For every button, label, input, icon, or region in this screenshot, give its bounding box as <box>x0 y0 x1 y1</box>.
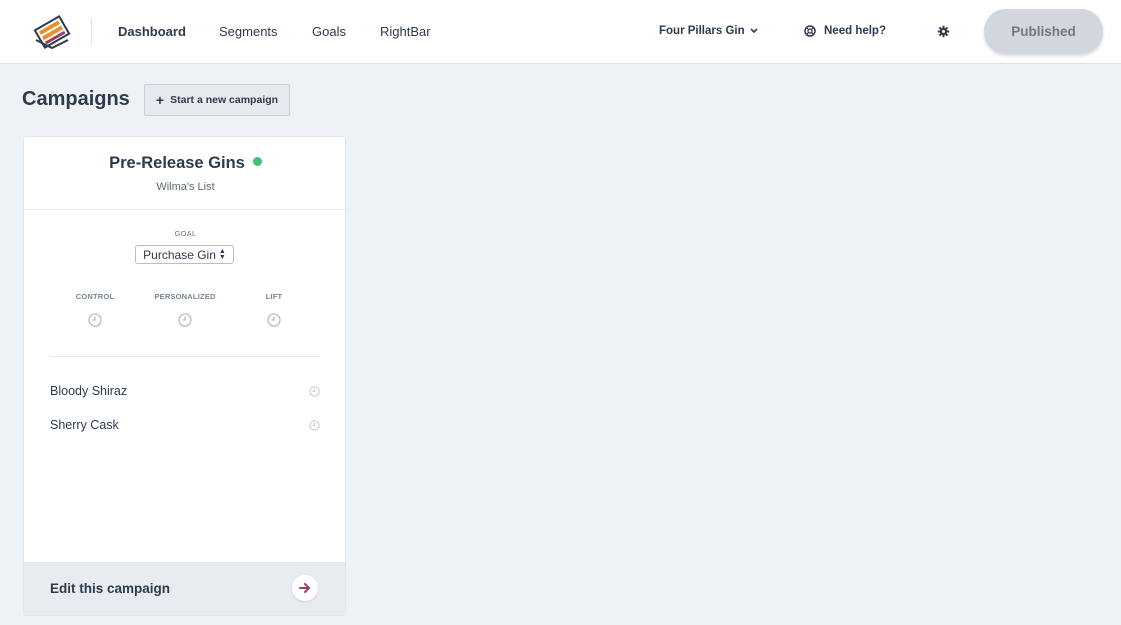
nav-goals[interactable]: Goals <box>312 24 346 39</box>
goal-select[interactable]: Purchase Gin ▲ ▼ <box>135 245 234 264</box>
help-link[interactable]: Need help? <box>804 25 886 37</box>
published-button[interactable]: Published <box>984 9 1103 54</box>
metric-label: PERSONALIZED <box>154 292 216 301</box>
clock-icon <box>267 313 281 327</box>
variant-row[interactable]: Sherry Cask <box>50 418 320 432</box>
clock-icon <box>88 313 102 327</box>
metric-control: CONTROL <box>50 292 140 327</box>
status-dot-icon <box>252 157 262 166</box>
metric-lift: LIFT <box>229 292 319 327</box>
clock-icon <box>178 313 192 327</box>
account-name: Four Pillars Gin <box>659 25 745 37</box>
nav-segments[interactable]: Segments <box>219 24 278 39</box>
logo-icon[interactable] <box>33 14 71 50</box>
select-arrows-icon: ▲ ▼ <box>218 247 226 261</box>
campaign-card-header <box>24 137 345 210</box>
goal-value: Purchase Gin <box>143 247 216 262</box>
metric-label: LIFT <box>265 292 283 301</box>
lifebuoy-icon <box>804 25 816 37</box>
clock-icon <box>309 419 320 431</box>
campaign-list-name: Wilma's List <box>156 181 215 193</box>
variant-label: Sherry Cask <box>50 418 119 432</box>
edit-campaign-label: Edit this campaign <box>50 581 171 596</box>
variant-row[interactable]: Bloody Shiraz <box>50 384 320 398</box>
goal-label: GOAL <box>174 229 197 238</box>
plus-icon: + <box>155 92 165 108</box>
top-navbar: Dashboard Segments Goals RightBar Four P… <box>0 0 1121 64</box>
help-label: Need help? <box>824 25 886 37</box>
edit-campaign-footer[interactable]: Edit this campaign <box>24 562 345 615</box>
metric-label: CONTROL <box>75 292 115 301</box>
clock-icon <box>309 385 320 397</box>
start-new-campaign-label: Start a new campaign <box>170 94 279 106</box>
account-switcher[interactable]: Four Pillars Gin <box>659 25 758 37</box>
campaign-card: Pre-Release Gins Wilma's List GOAL Purch… <box>23 136 346 616</box>
metric-personalized: PERSONALIZED <box>140 292 230 327</box>
nav-dashboard[interactable]: Dashboard <box>118 24 186 39</box>
variant-label: Bloody Shiraz <box>50 384 128 398</box>
chevron-down-icon <box>750 28 758 34</box>
card-divider <box>50 356 320 357</box>
nav-divider <box>91 18 92 45</box>
arrow-right-icon[interactable] <box>292 575 318 601</box>
start-new-campaign-button[interactable]: + Start a new campaign <box>144 84 290 116</box>
campaign-name: Pre-Release Gins <box>109 154 245 172</box>
page-title: Campaigns <box>22 88 130 110</box>
nav-rightbar[interactable]: RightBar <box>380 24 431 39</box>
gear-icon[interactable] <box>937 25 950 38</box>
campaign-title: Pre-Release Gins <box>24 154 345 173</box>
